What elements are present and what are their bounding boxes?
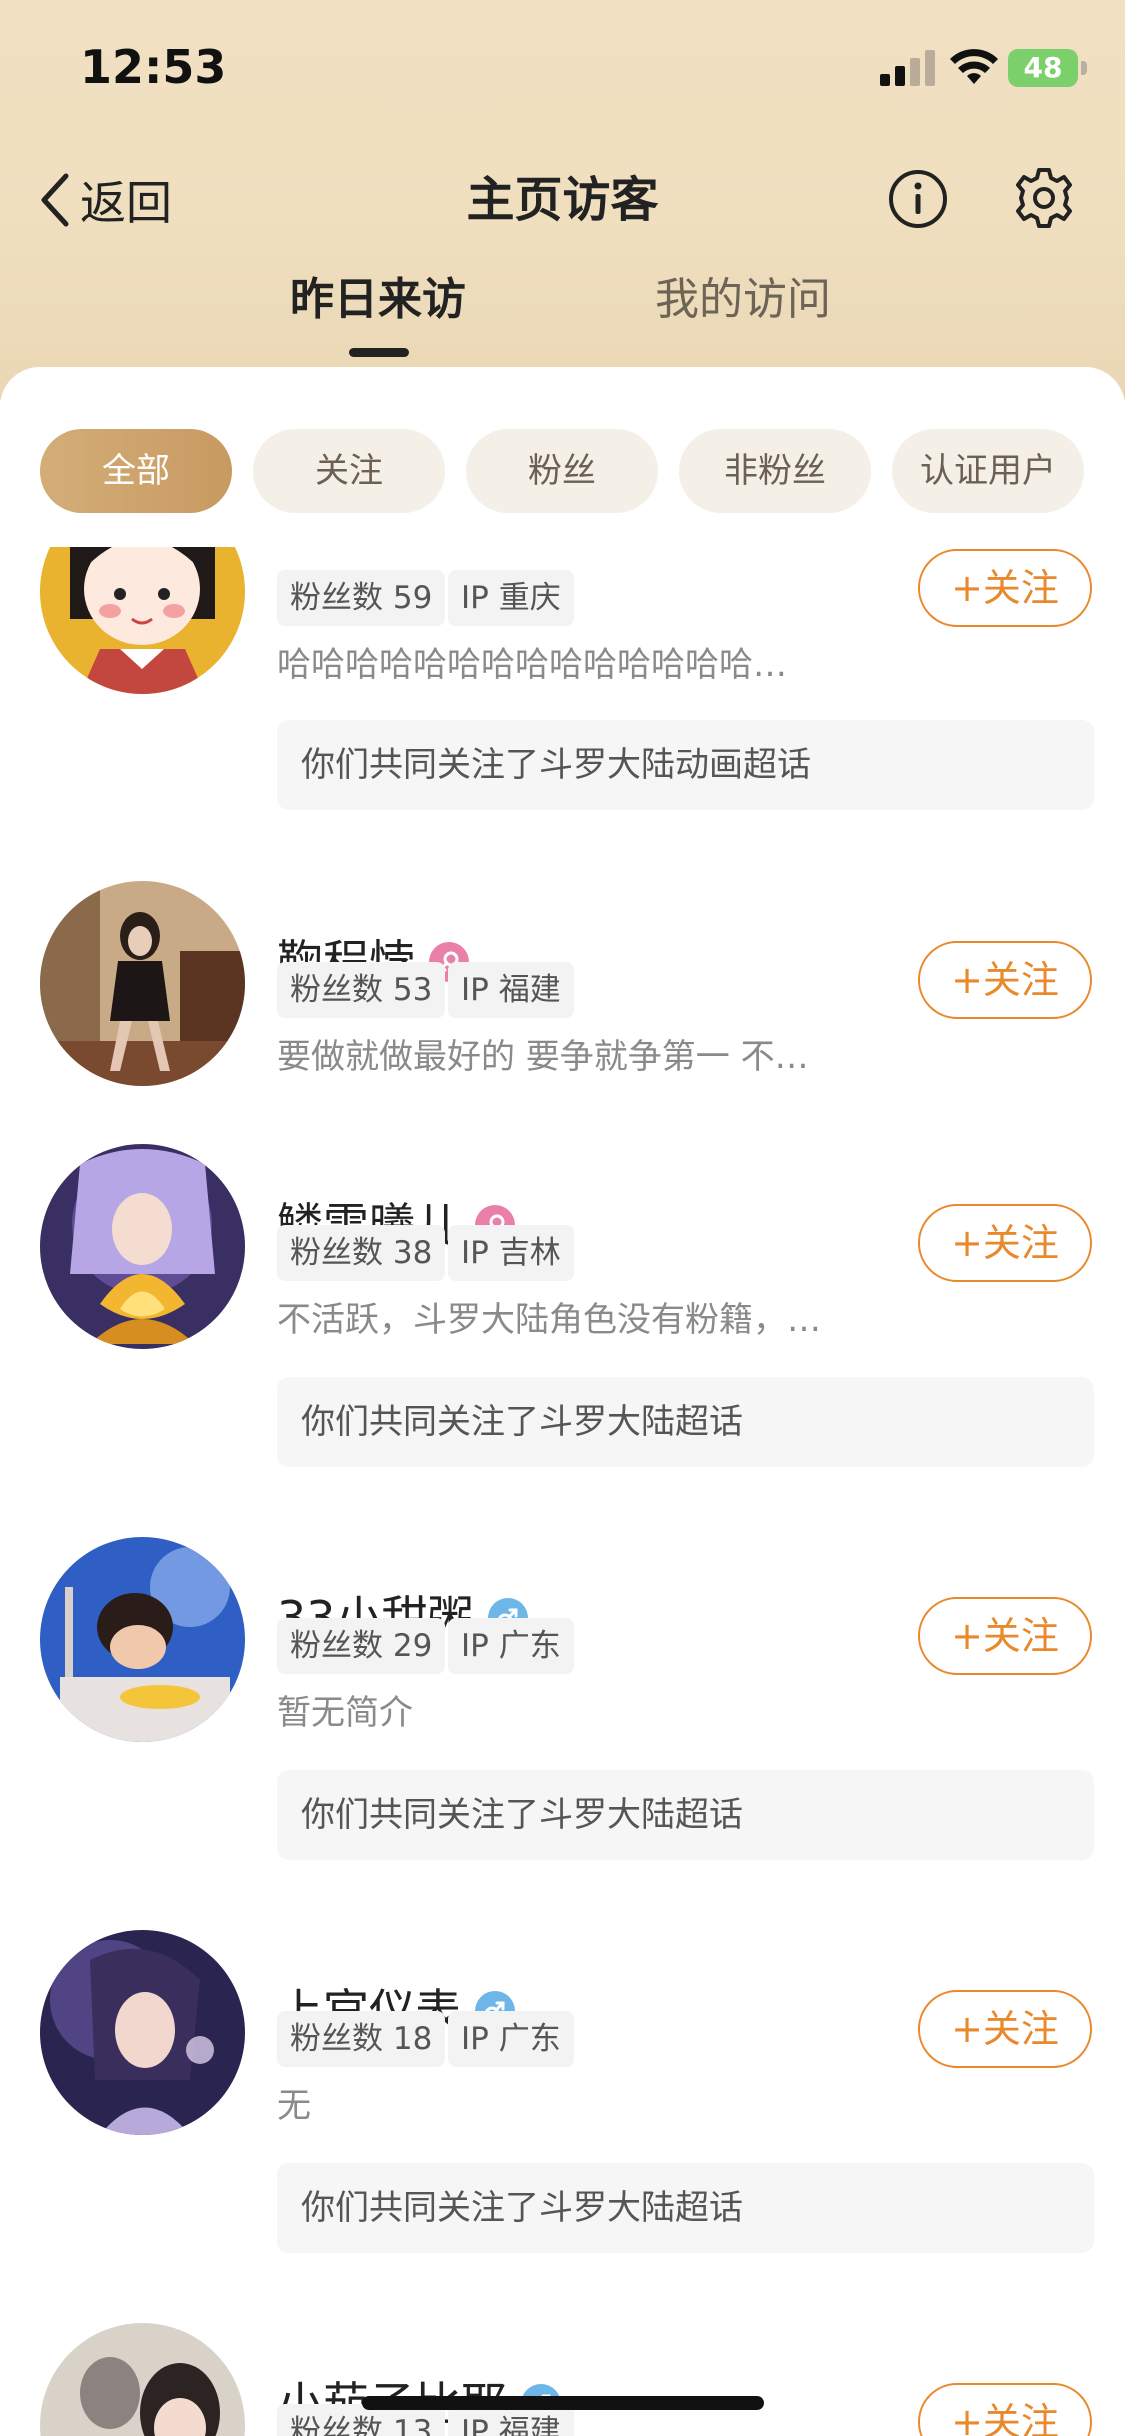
filter-bar: 全部 关注 粉丝 非粉丝 认证用户 bbox=[0, 367, 1125, 547]
gear-icon[interactable] bbox=[1012, 165, 1076, 231]
battery-icon: 48 bbox=[1008, 49, 1090, 87]
ip-location-tag: IP 广东 bbox=[448, 2011, 574, 2067]
header: 12:53 48 返回 主页访客 昨日来访 我的访问 bbox=[0, 0, 1125, 400]
visitor-list: 粉丝数 59 IP 重庆 哈哈哈哈哈哈哈哈哈哈哈哈哈哈… +关注 你们共同关注了… bbox=[0, 367, 1125, 2436]
ip-location-tag: IP 福建 bbox=[448, 962, 574, 1018]
fans-count-tag: 粉丝数 29 bbox=[277, 1618, 446, 1674]
bio-text: 无 bbox=[277, 2086, 311, 2126]
battery-level: 48 bbox=[1023, 51, 1063, 84]
fans-count-tag: 粉丝数 59 bbox=[277, 570, 446, 626]
tab-yesterday-visits[interactable]: 昨日来访 bbox=[290, 270, 466, 330]
ip-location-tag: IP 重庆 bbox=[448, 570, 574, 626]
fans-count-tag: 粉丝数 53 bbox=[277, 962, 446, 1018]
follow-button[interactable]: +关注 bbox=[918, 2383, 1092, 2436]
bio-text: 要做就做最好的 要争就争第一 不… bbox=[277, 1037, 809, 1077]
bio-text: 暂无简介 bbox=[277, 1693, 413, 1733]
page-title: 主页访客 bbox=[466, 172, 659, 228]
avatar[interactable] bbox=[40, 1537, 245, 1742]
avatar[interactable] bbox=[40, 1930, 245, 2135]
status-time: 12:53 bbox=[80, 40, 227, 94]
bio-text: 不活跃，斗罗大陆角色没有粉籍，… bbox=[277, 1300, 821, 1340]
avatar[interactable] bbox=[40, 881, 245, 1086]
follow-button[interactable]: +关注 bbox=[918, 1990, 1092, 2068]
avatar[interactable] bbox=[40, 2323, 245, 2436]
filter-chip-all[interactable]: 全部 bbox=[40, 429, 232, 513]
bio-text: 哈哈哈哈哈哈哈哈哈哈哈哈哈哈… bbox=[277, 645, 787, 685]
tab-my-visits[interactable]: 我的访问 bbox=[655, 270, 831, 330]
follow-button[interactable]: +关注 bbox=[918, 1204, 1092, 1282]
wifi-icon bbox=[950, 49, 998, 84]
ip-location-tag: IP 广东 bbox=[448, 1618, 574, 1674]
follow-button[interactable]: +关注 bbox=[918, 941, 1092, 1019]
follow-button[interactable]: +关注 bbox=[918, 1597, 1092, 1675]
home-indicator[interactable] bbox=[362, 2396, 764, 2410]
content-sheet: 全部 关注 粉丝 非粉丝 认证用户 粉丝数 59 IP 重庆 哈哈哈哈哈哈哈哈哈… bbox=[0, 367, 1125, 2436]
filter-chip-verified[interactable]: 认证用户 bbox=[892, 429, 1084, 513]
follow-button[interactable]: +关注 bbox=[918, 549, 1092, 627]
info-icon[interactable] bbox=[887, 168, 949, 230]
common-follow-note: 你们共同关注了斗罗大陆超话 bbox=[277, 2163, 1094, 2253]
common-follow-note: 你们共同关注了斗罗大陆超话 bbox=[277, 1377, 1094, 1467]
avatar[interactable] bbox=[40, 1144, 245, 1349]
common-follow-note: 你们共同关注了斗罗大陆动画超话 bbox=[277, 720, 1094, 810]
common-follow-note: 你们共同关注了斗罗大陆超话 bbox=[277, 1770, 1094, 1860]
tab-indicator bbox=[349, 348, 409, 357]
ip-location-tag: IP 吉林 bbox=[448, 1225, 574, 1281]
filter-chip-fans[interactable]: 粉丝 bbox=[466, 429, 658, 513]
fans-count-tag: 粉丝数 18 bbox=[277, 2011, 446, 2067]
signal-icon bbox=[880, 50, 935, 86]
fans-count-tag: 粉丝数 38 bbox=[277, 1225, 446, 1281]
filter-chip-following[interactable]: 关注 bbox=[253, 429, 445, 513]
filter-chip-non-fans[interactable]: 非粉丝 bbox=[679, 429, 871, 513]
